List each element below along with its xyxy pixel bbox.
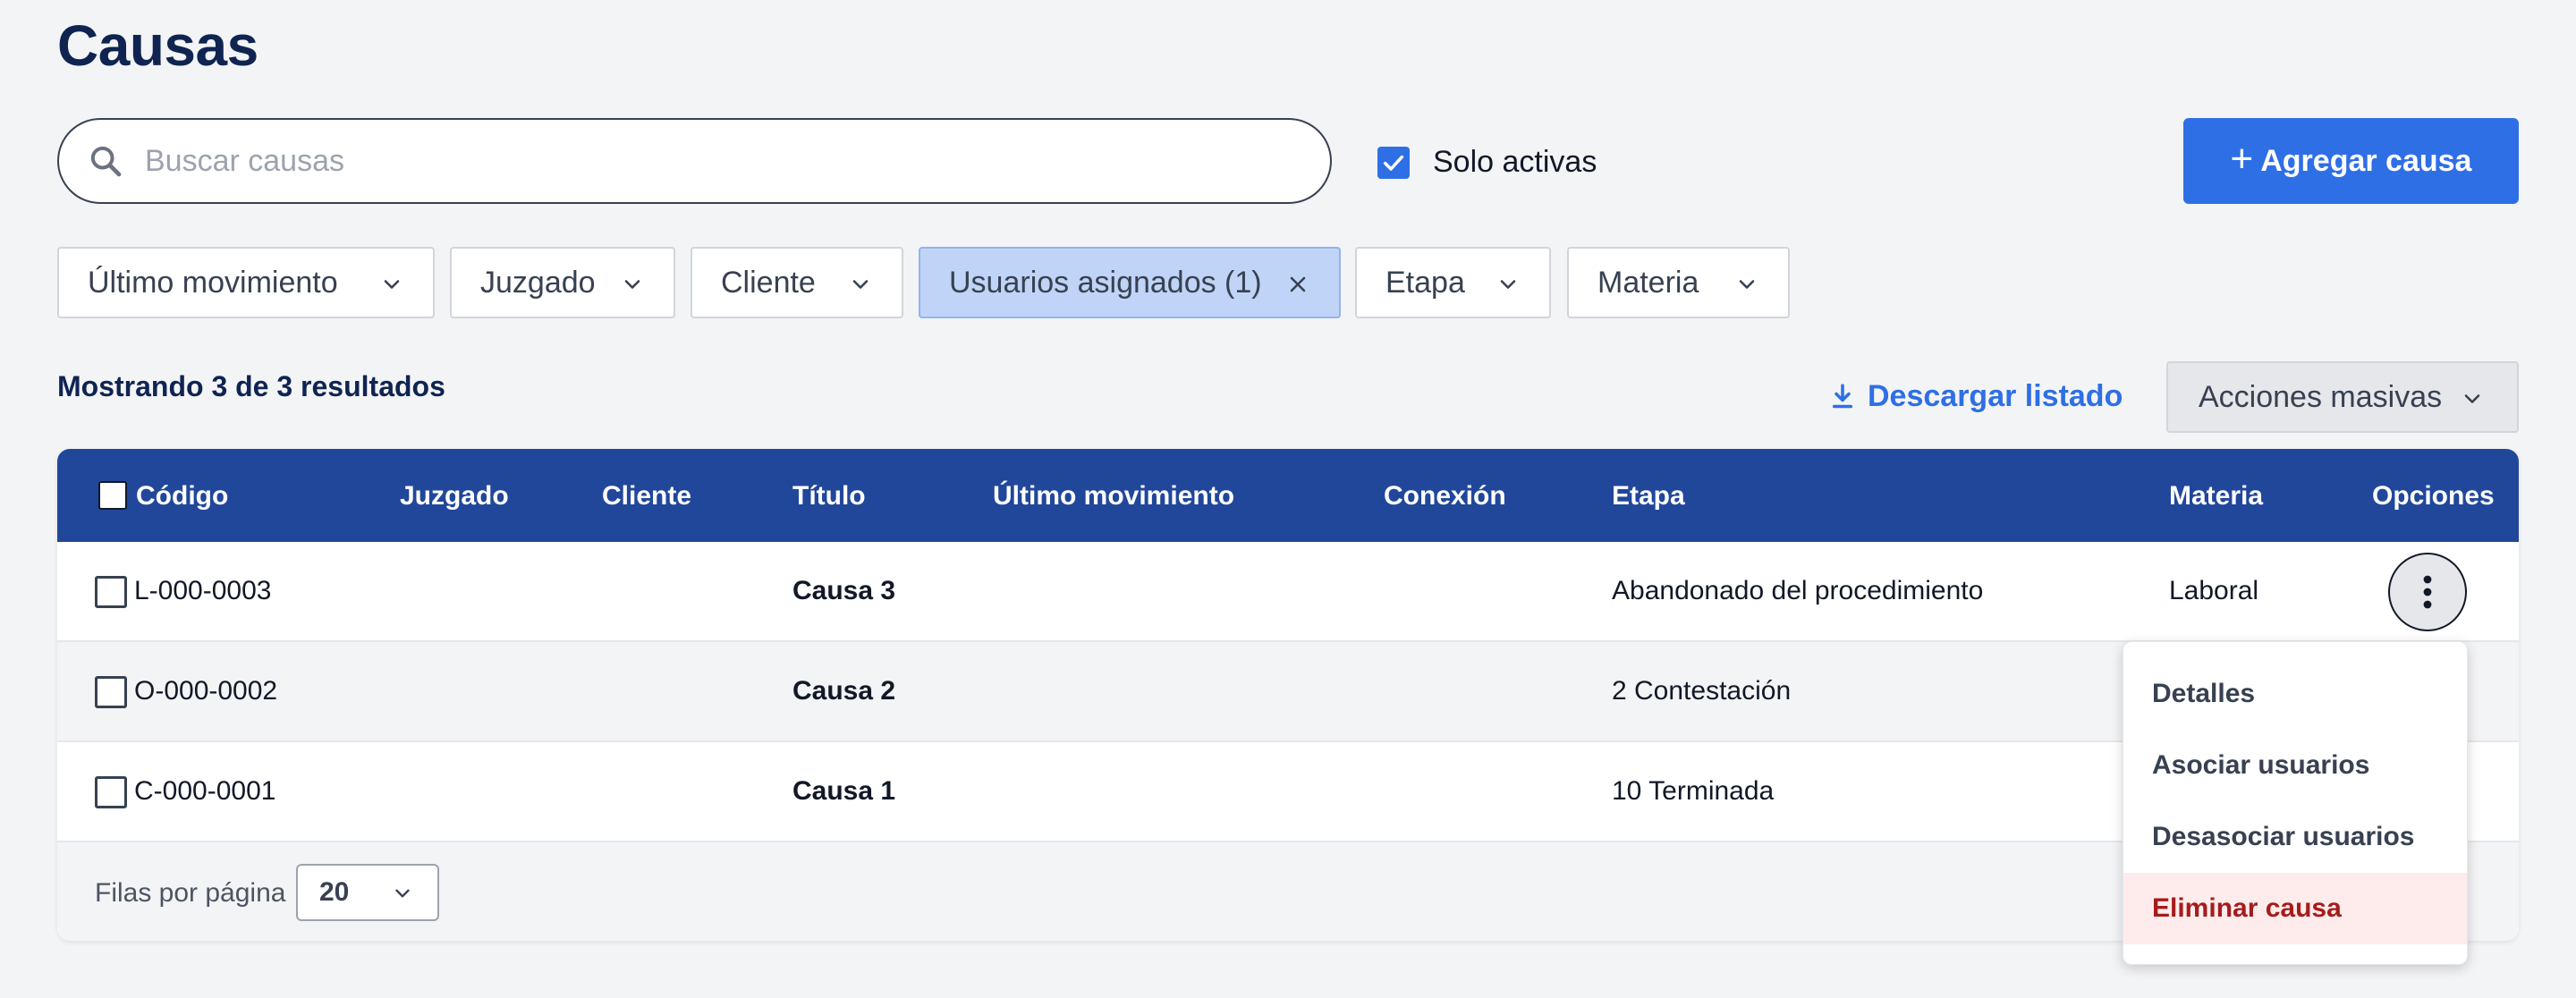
filter-label: Último movimiento [88, 265, 338, 300]
header-juzgado[interactable]: Juzgado [400, 481, 509, 512]
table-header: Código Juzgado Cliente Título Último mov… [57, 449, 2519, 542]
cell-etapa: 2 Contestación [1612, 676, 1792, 706]
chevron-down-icon [384, 280, 400, 289]
add-causa-label: Agregar causa [2260, 143, 2472, 178]
header-opciones: Opciones [2372, 481, 2495, 511]
download-label: Descargar listado [1868, 379, 2123, 413]
row-checkbox[interactable] [95, 576, 127, 608]
results-count: Mostrando 3 de 3 resultados [57, 370, 445, 402]
page-title: Causas [57, 13, 258, 78]
filter-materia[interactable]: Materia [1567, 247, 1790, 318]
chevron-down-icon [2464, 394, 2480, 403]
filter-cliente[interactable]: Cliente [691, 247, 903, 318]
cell-etapa: Abandonado del procedimiento [1612, 576, 1984, 605]
bulk-actions-dropdown[interactable]: Acciones masivas [2166, 361, 2519, 433]
solo-activas-toggle[interactable]: Solo activas [1377, 145, 1597, 180]
header-conexion[interactable]: Conexión [1384, 481, 1506, 512]
search-icon [86, 141, 125, 181]
header-ultimo-movimiento[interactable]: Último movimiento [993, 481, 1234, 512]
rows-per-page-select[interactable]: 20 [296, 864, 439, 921]
close-icon[interactable] [1285, 272, 1310, 297]
cell-etapa: 10 Terminada [1612, 776, 1775, 806]
download-list-link[interactable]: Descargar listado [1830, 379, 2123, 414]
filter-label: Etapa [1385, 265, 1465, 300]
cell-materia: Laboral [2169, 576, 2259, 605]
cell-codigo: L-000-0003 [134, 576, 272, 605]
chevron-down-icon [395, 889, 410, 898]
filter-ultimo-movimiento[interactable]: Último movimiento [57, 247, 435, 318]
search-field[interactable] [57, 118, 1332, 204]
table-row[interactable]: L-000-0003 Causa 3 Abandonado del proced… [57, 542, 2519, 642]
row-checkbox[interactable] [95, 776, 127, 808]
filter-label: Usuarios asignados (1) [949, 265, 1262, 300]
chevron-down-icon [1739, 280, 1755, 289]
header-materia[interactable]: Materia [2169, 481, 2263, 512]
more-vertical-icon [2423, 575, 2432, 609]
row-checkbox[interactable] [95, 676, 127, 708]
solo-activas-checkbox[interactable] [1377, 146, 1410, 179]
row-options-button[interactable] [2388, 553, 2467, 631]
cell-titulo: Causa 3 [792, 576, 896, 605]
bulk-actions-label: Acciones masivas [2199, 379, 2443, 414]
header-etapa[interactable]: Etapa [1612, 481, 1685, 512]
filter-label: Cliente [721, 265, 816, 300]
filter-label: Materia [1597, 265, 1699, 300]
filter-etapa[interactable]: Etapa [1355, 247, 1551, 318]
header-titulo[interactable]: Título [792, 481, 866, 512]
menu-item-eliminar-causa[interactable]: Eliminar causa [2123, 873, 2467, 944]
header-codigo[interactable]: Código [136, 481, 228, 512]
header-cliente[interactable]: Cliente [602, 481, 691, 512]
select-all-checkbox[interactable] [98, 481, 127, 510]
rows-per-page-label: Filas por página [95, 878, 286, 908]
checkmark-icon [1383, 155, 1404, 171]
filter-usuarios-asignados[interactable]: Usuarios asignados (1) [919, 247, 1341, 318]
plus-icon: + [2230, 137, 2254, 181]
solo-activas-label: Solo activas [1433, 145, 1597, 179]
menu-item-desasociar-usuarios[interactable]: Desasociar usuarios [2123, 801, 2467, 873]
download-icon [1832, 383, 1853, 408]
chevron-down-icon [852, 280, 869, 289]
menu-item-detalles[interactable]: Detalles [2123, 658, 2467, 730]
search-input[interactable] [143, 142, 1265, 180]
cell-codigo: O-000-0002 [134, 676, 278, 706]
chevron-down-icon [1500, 280, 1516, 289]
menu-item-asociar-usuarios[interactable]: Asociar usuarios [2123, 730, 2467, 801]
add-causa-button[interactable]: + Agregar causa [2183, 118, 2519, 204]
chevron-down-icon [624, 280, 640, 289]
cell-titulo: Causa 2 [792, 676, 896, 706]
cell-codigo: C-000-0001 [134, 776, 276, 806]
cell-titulo: Causa 1 [792, 776, 896, 806]
rows-per-page-value: 20 [319, 877, 350, 907]
filter-label: Juzgado [480, 265, 596, 300]
filter-juzgado[interactable]: Juzgado [450, 247, 675, 318]
row-options-menu: Detalles Asociar usuarios Desasociar usu… [2123, 641, 2468, 965]
